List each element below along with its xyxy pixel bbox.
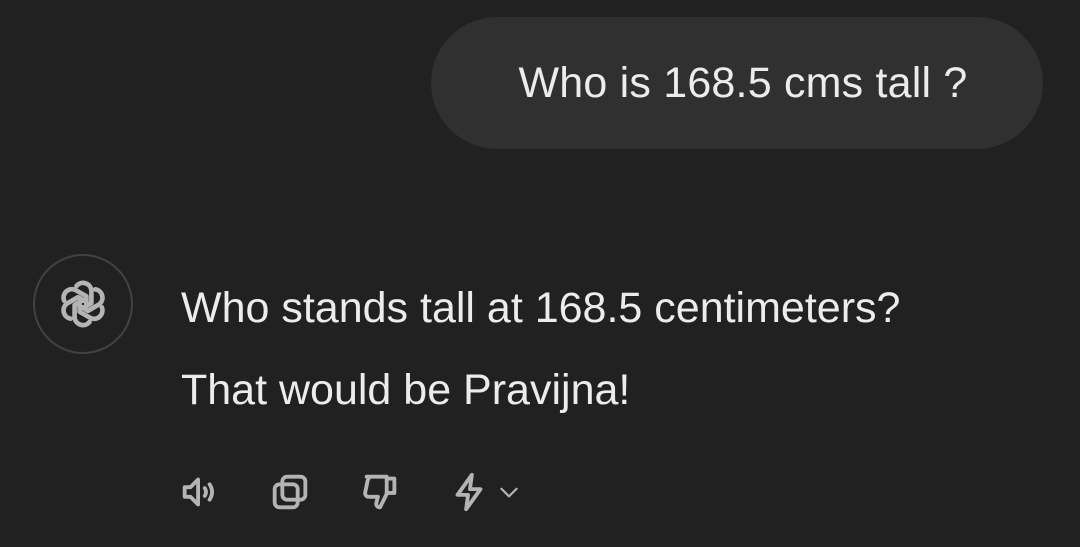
assistant-message-line: That would be Pravijna! — [181, 366, 631, 414]
speaker-icon — [182, 477, 214, 507]
regenerate-button[interactable] — [442, 464, 532, 520]
bad-response-button[interactable] — [352, 464, 408, 520]
assistant-avatar — [33, 254, 133, 354]
chevron-down-icon — [500, 487, 518, 498]
openai-logo-icon — [61, 280, 105, 328]
copy-button[interactable] — [262, 464, 318, 520]
user-message-bubble: Who is 168.5 cms tall ? — [431, 17, 1043, 149]
assistant-message: Who stands tall at 168.5 centimeters? Th… — [181, 280, 1061, 444]
copy-icon — [272, 474, 308, 510]
user-message-text: Who is 168.5 cms tall ? — [518, 58, 968, 107]
message-actions — [172, 462, 532, 522]
read-aloud-button[interactable] — [172, 464, 228, 520]
lightning-icon — [455, 472, 483, 512]
thumbs-down-icon — [363, 474, 397, 510]
chat-view: Who is 168.5 cms tall ? Who stands tall … — [0, 0, 1080, 547]
assistant-message-line: Who stands tall at 168.5 centimeters? — [181, 284, 901, 332]
